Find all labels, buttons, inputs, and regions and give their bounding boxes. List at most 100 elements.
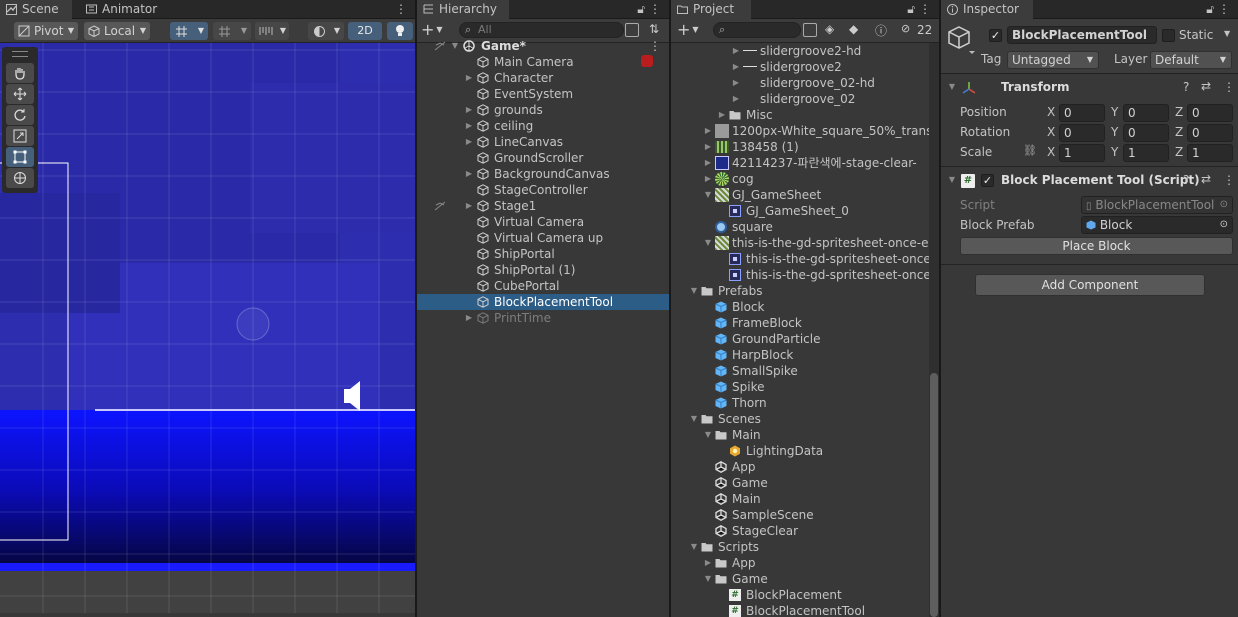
constrain-proportions-icon[interactable]: ⛓︎ [1023, 144, 1037, 157]
transform-tool-button[interactable] [6, 168, 34, 188]
hierarchy-item[interactable]: ▶ LineCanvas [417, 134, 669, 150]
scale-tool-button[interactable] [6, 126, 34, 146]
hand-tool-button[interactable] [6, 63, 34, 83]
search-mode-icon[interactable] [625, 23, 639, 37]
active-checkbox[interactable]: ✓ [989, 29, 1002, 42]
place-block-button[interactable]: Place Block [960, 237, 1233, 255]
hierarchy-item[interactable]: ShipPortal (1) [417, 262, 669, 278]
collapse-arrow-icon[interactable]: ▼ [703, 427, 713, 443]
y-value-field[interactable]: 0 [1123, 104, 1169, 122]
block-prefab-field[interactable]: Block ⊙ [1081, 216, 1233, 234]
lock-icon[interactable]: 🔓︎ [637, 2, 645, 16]
expand-arrow-icon[interactable]: ▶ [464, 118, 474, 134]
component-menu-icon[interactable]: ⋮ [1223, 173, 1235, 187]
create-button[interactable]: + ▼ [677, 22, 707, 40]
axis-z-label[interactable]: Z [1175, 125, 1183, 139]
project-item[interactable]: this-is-the-gd-spritesheet-once [671, 267, 929, 283]
collapse-arrow-icon[interactable]: ▼ [703, 571, 713, 587]
project-search-input[interactable]: ⌕ [713, 22, 801, 38]
hidden-packages-icon[interactable]: ⊘ [901, 22, 910, 35]
collapse-arrow-icon[interactable]: ▼ [450, 38, 460, 54]
project-item[interactable]: ▼ GJ_GameSheet [671, 187, 929, 203]
tab-inspector[interactable]: Inspector [941, 0, 1033, 19]
hierarchy-item[interactable]: Virtual Camera [417, 214, 669, 230]
axis-y-label[interactable]: Y [1111, 145, 1118, 159]
project-item[interactable]: # BlockPlacement [671, 587, 929, 603]
axis-z-label[interactable]: Z [1175, 145, 1183, 159]
alert-icon[interactable]: ⓘ [875, 22, 887, 39]
hierarchy-item[interactable]: ShipPortal [417, 246, 669, 262]
project-item[interactable]: # BlockPlacementTool [671, 603, 929, 617]
expand-arrow-icon[interactable]: ▶ [703, 123, 713, 139]
filter-by-label-icon[interactable]: ◆ [849, 22, 858, 36]
axis-x-label[interactable]: X [1047, 145, 1055, 159]
rotate-tool-button[interactable] [6, 105, 34, 125]
render-mode-dropdown[interactable]: ▼ [308, 22, 344, 40]
collapse-arrow-icon[interactable]: ▼ [703, 235, 713, 251]
help-icon[interactable]: ? [1183, 80, 1189, 94]
script-component-header[interactable]: ▼ # ✓ Block Placement Tool (Script) ? ⇄ … [941, 171, 1238, 191]
hierarchy-item[interactable]: ▶ PrintTime [417, 310, 669, 326]
project-item[interactable]: ▶ Misc [671, 107, 929, 123]
project-item[interactable]: ▶ slidergroove_02 [671, 91, 929, 107]
scene-panel-menu-icon[interactable]: ⋮ [395, 2, 407, 16]
z-value-field[interactable]: 0 [1187, 104, 1233, 122]
ruler-button[interactable]: ▼ [255, 22, 289, 40]
collapse-arrow-icon[interactable]: ▼ [689, 411, 699, 427]
tab-scene[interactable]: Scene [0, 0, 72, 19]
project-item[interactable]: StageClear [671, 523, 929, 539]
transform-header[interactable]: ▼ Transform ? ⇄ ⋮ [941, 78, 1238, 98]
expand-arrow-icon[interactable]: ▶ [703, 139, 713, 155]
static-dropdown-chevron-icon[interactable]: ▼ [1224, 29, 1230, 38]
search-type-icon[interactable] [803, 23, 817, 37]
help-icon[interactable]: ? [1183, 173, 1189, 187]
z-value-field[interactable]: 1 [1187, 144, 1233, 162]
object-picker-icon[interactable]: ⊙ [1220, 217, 1228, 233]
project-item[interactable]: GJ_GameSheet_0 [671, 203, 929, 219]
hierarchy-item[interactable]: GroundScroller [417, 150, 669, 166]
project-item[interactable]: ▶ 138458 (1) [671, 139, 929, 155]
project-item[interactable]: App [671, 459, 929, 475]
project-item[interactable]: GroundParticle [671, 331, 929, 347]
hierarchy-panel-menu-icon[interactable]: ⋮ [649, 2, 661, 16]
move-tool-button[interactable] [6, 84, 34, 104]
project-item[interactable]: Thorn [671, 395, 929, 411]
project-item[interactable]: ▼ Game [671, 571, 929, 587]
project-item[interactable]: ▶ 42114237-파란색에-stage-clear- [671, 155, 929, 171]
tab-animator[interactable]: Animator [80, 0, 160, 19]
collapse-arrow-icon[interactable]: ▼ [947, 172, 957, 188]
axis-x-label[interactable]: X [1047, 105, 1055, 119]
expand-arrow-icon[interactable]: ▶ [464, 166, 474, 182]
audio-source-gizmo-icon[interactable] [342, 379, 368, 413]
axis-z-label[interactable]: Z [1175, 105, 1183, 119]
expand-arrow-icon[interactable]: ▶ [731, 91, 741, 107]
project-item[interactable]: ▶ slidergroove_02-hd [671, 75, 929, 91]
project-panel-menu-icon[interactable]: ⋮ [919, 2, 931, 16]
project-item[interactable]: LightingData [671, 443, 929, 459]
layer-dropdown[interactable]: Default ▼ [1150, 51, 1232, 69]
hierarchy-item[interactable]: Virtual Camera up [417, 230, 669, 246]
palette-grip[interactable] [12, 51, 28, 57]
preset-icon[interactable]: ⇄ [1201, 172, 1211, 186]
lighting-toggle[interactable] [387, 22, 413, 40]
component-menu-icon[interactable]: ⋮ [1223, 80, 1235, 94]
collapse-arrow-icon[interactable]: ▼ [703, 187, 713, 203]
hierarchy-item[interactable]: Main Camera [417, 54, 669, 70]
project-item[interactable]: Game [671, 475, 929, 491]
z-value-field[interactable]: 0 [1187, 124, 1233, 142]
expand-arrow-icon[interactable]: ▶ [717, 107, 727, 123]
project-item[interactable]: ▶ slidergroove2-hd [671, 43, 929, 59]
y-value-field[interactable]: 0 [1123, 124, 1169, 142]
filter-by-type-icon[interactable]: ◈ [825, 22, 834, 36]
collapse-arrow-icon[interactable]: ▼ [947, 79, 957, 95]
project-item[interactable]: SampleScene [671, 507, 929, 523]
object-name-field[interactable]: BlockPlacementTool [1007, 26, 1157, 44]
project-item[interactable]: Spike [671, 379, 929, 395]
project-item[interactable]: Block [671, 299, 929, 315]
project-item[interactable]: ▼ Main [671, 427, 929, 443]
axis-x-label[interactable]: X [1047, 125, 1055, 139]
project-scrollbar-thumb[interactable] [930, 373, 938, 617]
hierarchy-item[interactable]: EventSystem [417, 86, 669, 102]
x-value-field[interactable]: 1 [1059, 144, 1105, 162]
project-item[interactable]: Main [671, 491, 929, 507]
